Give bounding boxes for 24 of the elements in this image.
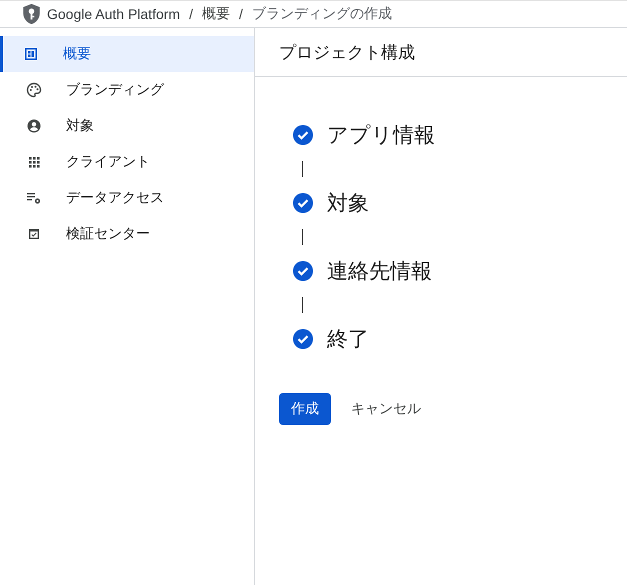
person-icon — [26, 118, 42, 134]
page-title: プロジェクト構成 — [279, 42, 415, 64]
breadcrumb-current: ブランディングの作成 — [252, 5, 392, 23]
breadcrumb-separator: / — [238, 6, 244, 22]
sidebar-item[interactable]: ブランディング — [0, 72, 254, 108]
step-label: 終了 — [327, 327, 369, 353]
breadcrumb-link[interactable]: 概要 — [202, 5, 230, 23]
dashboard-icon — [23, 46, 39, 62]
step-label: 対象 — [327, 191, 369, 217]
checkbox-icon — [26, 226, 42, 242]
shield-key-icon — [22, 3, 41, 25]
breadcrumb-separator: / — [188, 6, 194, 22]
step-label: アプリ情報 — [327, 123, 435, 149]
sidebar-item[interactable]: 対象 — [0, 108, 254, 144]
sidebar-item[interactable]: 検証センター — [0, 216, 254, 252]
step-label: 連絡先情報 — [327, 259, 432, 285]
grid-icon — [26, 154, 42, 170]
sidebar-item[interactable]: 概要 — [0, 36, 254, 72]
palette-icon — [26, 82, 42, 98]
sidebar-item[interactable]: データアクセス — [0, 180, 254, 216]
sidebar-item[interactable]: クライアント — [0, 144, 254, 180]
product-name[interactable]: Google Auth Platform — [47, 6, 180, 22]
create-button[interactable]: 作成 — [279, 393, 331, 425]
cancel-button[interactable]: キャンセル — [351, 400, 421, 418]
